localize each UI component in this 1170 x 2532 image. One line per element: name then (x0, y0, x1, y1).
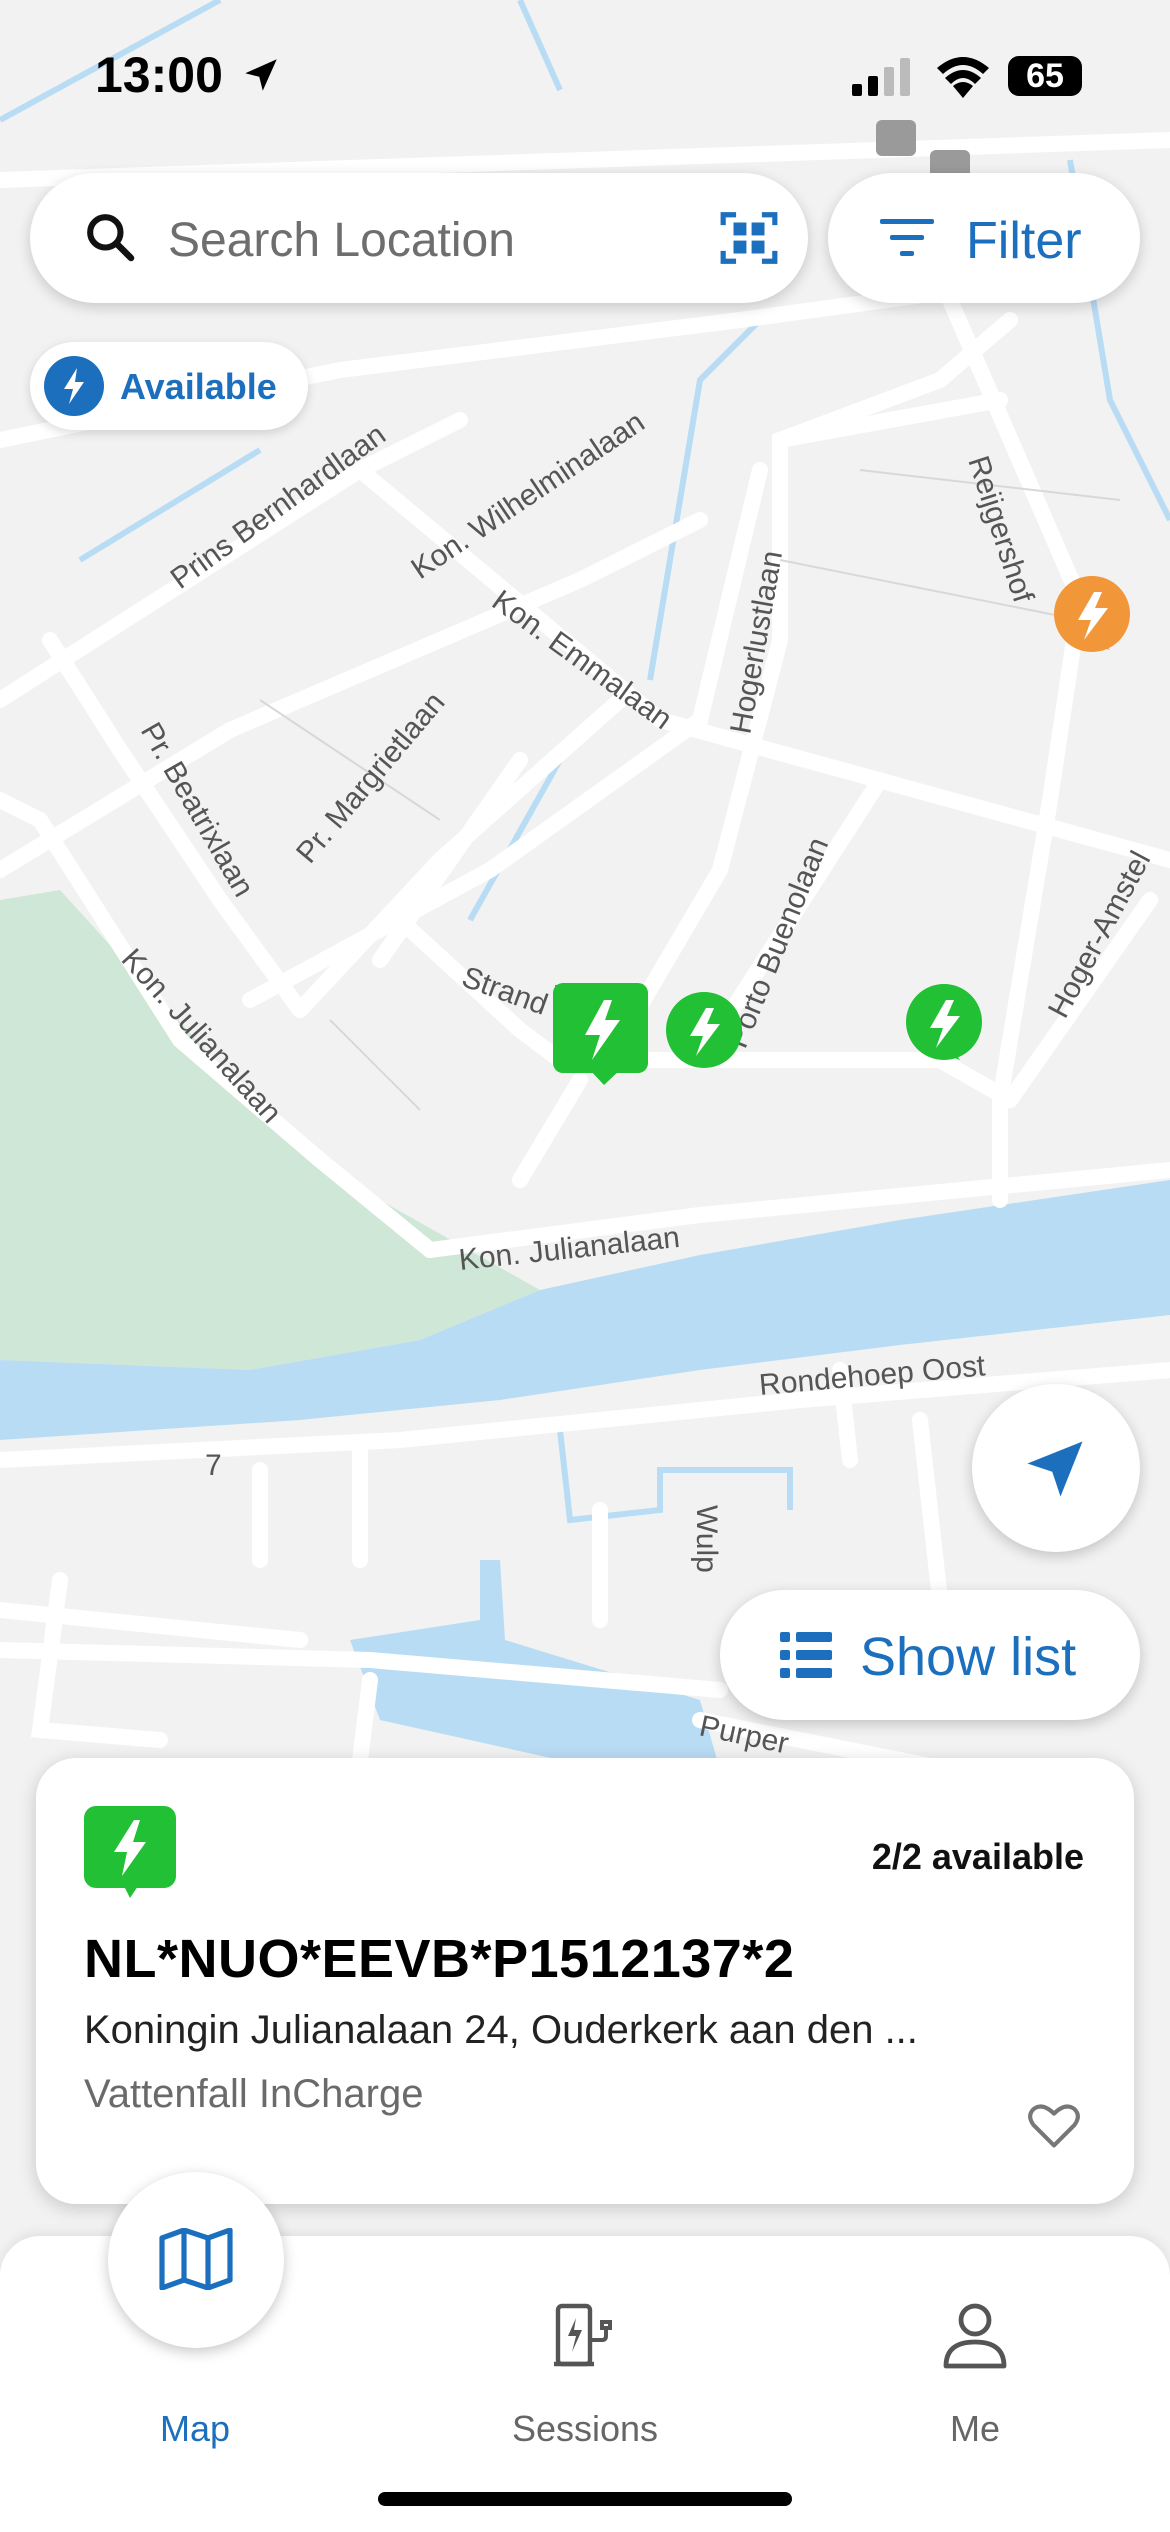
favorite-heart-icon[interactable] (1026, 2100, 1082, 2150)
home-indicator[interactable] (378, 2492, 792, 2506)
filter-label: Filter (966, 212, 1082, 270)
available-chip[interactable]: Available (30, 342, 308, 430)
tab-label-map: Map (159, 2408, 231, 2449)
charging-station-icon (554, 2303, 612, 2367)
search-input[interactable]: Search Location (168, 213, 515, 268)
status-bar: 13:00 65 (0, 0, 1170, 150)
station-card[interactable]: 2/2 available NL*NUO*EEVB*P1512137*2 Kon… (36, 1758, 1134, 2204)
wifi-icon (937, 57, 989, 98)
tab-map[interactable]: Map (0, 2172, 390, 2456)
charger-pin[interactable] (666, 992, 742, 1068)
search-bar[interactable]: Search Location (30, 173, 808, 303)
locate-me-button[interactable] (972, 1384, 1140, 1552)
charger-pin-busy[interactable] (1054, 576, 1130, 652)
bolt-icon (44, 356, 104, 416)
show-list-label: Show list (860, 1627, 1077, 1687)
tab-label-me: Me (949, 2408, 1000, 2449)
charger-pin[interactable] (906, 984, 982, 1060)
list-icon (780, 1632, 832, 1678)
station-address: Koningin Julianalaan 24, Ouderkerk aan d… (84, 2008, 918, 2052)
street-label: Wulp (690, 1505, 723, 1573)
street-label: 7 (205, 1449, 222, 1482)
status-time: 13:00 (95, 47, 223, 103)
navigation-arrow-icon (1027, 1441, 1083, 1497)
available-label: Available (120, 366, 277, 407)
station-id: NL*NUO*EEVB*P1512137*2 (84, 1929, 795, 1989)
tab-label-sessions: Sessions (511, 2408, 659, 2449)
charger-pin-selected[interactable] (553, 983, 648, 1085)
map-icon (159, 2228, 233, 2290)
filter-button[interactable]: Filter (828, 173, 1140, 303)
cellular-signal-icon (852, 58, 910, 96)
availability-count: 2/2 available (871, 1836, 1084, 1877)
station-operator: Vattenfall InCharge (84, 2072, 424, 2116)
map-tab-bubble[interactable] (108, 2172, 284, 2348)
tab-sessions[interactable]: Sessions (390, 2236, 780, 2456)
location-arrow-icon (245, 59, 277, 91)
battery-level: 65 (1008, 56, 1082, 96)
show-list-button[interactable]: Show list (720, 1590, 1140, 1720)
filter-icon (880, 219, 934, 256)
charger-available-icon (84, 1806, 176, 1898)
tab-me[interactable]: Me (780, 2236, 1170, 2456)
search-icon (87, 214, 135, 262)
tab-bar: Map Sessions Me (0, 2172, 1170, 2532)
user-profile-icon (943, 2303, 1007, 2369)
qr-scan-icon[interactable] (718, 207, 780, 269)
